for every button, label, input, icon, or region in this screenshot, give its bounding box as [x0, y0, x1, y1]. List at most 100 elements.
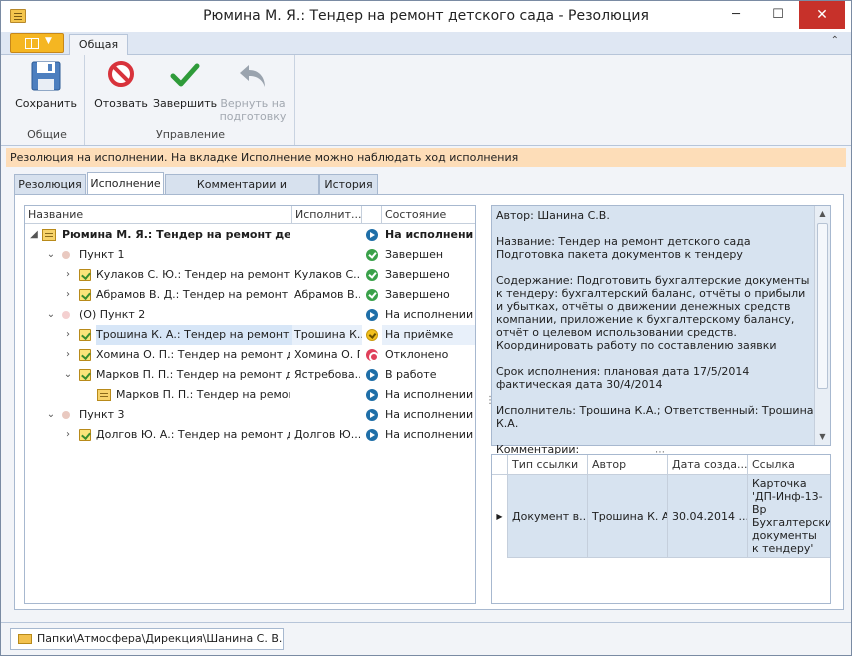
tree-row[interactable]: ⌄ Марков П. П.: Тендер на ремонт д... Яс…	[25, 365, 475, 385]
recall-label: Отозвать	[94, 97, 148, 110]
checkmark-icon	[168, 59, 202, 93]
collapse-icon[interactable]: ⌄	[46, 305, 56, 325]
row-name: Абрамов В. Д.: Тендер на ремонт д...	[96, 288, 290, 301]
scroll-thumb[interactable]	[817, 223, 828, 389]
expand-icon[interactable]: ›	[63, 345, 73, 365]
task-icon	[79, 349, 91, 361]
detail-author: Автор: Шанина С.В.	[496, 209, 610, 222]
tree-row-selected[interactable]: › Трошина К. А.: Тендер на ремонт ... Тр…	[25, 325, 475, 345]
in-progress-icon	[366, 409, 378, 421]
row-executor: Хомина О. П.	[294, 348, 360, 361]
tree-row[interactable]: › Абрамов В. Д.: Тендер на ремонт д... А…	[25, 285, 475, 305]
tree-row[interactable]: ⌄ Пункт 1 Завершен	[25, 245, 475, 265]
tab-resolution[interactable]: Резолюция	[14, 174, 86, 195]
tree-row[interactable]: ◢ Рюмина М. Я.: Тендер на ремонт дет... …	[25, 225, 475, 245]
column-executor[interactable]: Исполнит...	[292, 206, 362, 224]
save-icon	[29, 59, 63, 93]
links-row[interactable]: Документ в... Трошина К. А. 30.04.2014 .…	[508, 475, 830, 558]
column-state-icon[interactable]	[362, 206, 382, 224]
tab-comments[interactable]: Комментарии и дополнения	[165, 174, 319, 210]
tree-row[interactable]: › Долгов Ю. А.: Тендер на ремонт д... До…	[25, 425, 475, 445]
maximize-button[interactable]: ☐	[761, 1, 795, 29]
details-pane: Автор: Шанина С.В. Название: Тендер на р…	[491, 205, 831, 456]
ribbon-tab-strip: ▼ Общая ⌃	[1, 32, 851, 56]
row-name: Кулаков С. Ю.: Тендер на ремонт ...	[96, 268, 290, 281]
ribbon: Сохранить Общие Отозвать Завершить Верну…	[1, 55, 851, 146]
detail-content: Содержание: Подготовить бухгалтерские до…	[496, 274, 810, 352]
expand-icon[interactable]: ›	[63, 265, 73, 285]
row-executor: Ястребова...	[294, 368, 360, 381]
row-state: Завершен	[385, 248, 444, 261]
close-button[interactable]: ✕	[799, 1, 845, 29]
tree-header: Название Исполнит... Состояние	[25, 206, 475, 224]
row-state: В работе	[385, 368, 437, 381]
window: Рюмина М. Я.: Тендер на ремонт детского …	[0, 0, 852, 656]
row-state: Завершено	[385, 268, 450, 281]
collapse-icon[interactable]: ⌄	[46, 405, 56, 425]
row-state: Отклонено	[385, 348, 449, 361]
collapse-ribbon-icon[interactable]: ⌃	[831, 35, 839, 46]
in-progress-icon	[366, 229, 378, 241]
tab-strip: Резолюция Исполнение Комментарии и допол…	[14, 172, 844, 210]
tree-row[interactable]: Марков П. П.: Тендер на ремон... На испо…	[25, 385, 475, 405]
ribbon-tab-general[interactable]: Общая	[69, 34, 128, 56]
collapse-icon[interactable]: ⌄	[63, 365, 73, 385]
execution-panel: Название Исполнит... Состояние ◢ Рюмина …	[14, 194, 844, 610]
tree-row[interactable]: ⌄ Пункт 3 На исполнении	[25, 405, 475, 425]
link-author: Трошина К. А.	[588, 475, 668, 558]
in-progress-icon	[366, 309, 378, 321]
row-state: На исполнении	[385, 428, 473, 441]
chevron-down-icon: ▼	[45, 36, 52, 46]
expand-icon[interactable]: ›	[63, 325, 73, 345]
tree-row[interactable]: ⌄ (О) Пункт 2 На исполнении	[25, 305, 475, 325]
links-column-link[interactable]: Ссылка	[748, 455, 830, 475]
recall-icon	[104, 59, 138, 93]
item-point-icon	[62, 251, 70, 259]
links-column-date[interactable]: Дата созда...	[668, 455, 748, 475]
save-label: Сохранить	[15, 97, 77, 110]
item-point-icon	[62, 411, 70, 419]
row-name: Трошина К. А.: Тендер на ремонт ...	[96, 325, 292, 345]
complete-button[interactable]: Завершить	[153, 59, 217, 110]
subtask-icon	[97, 389, 111, 401]
row-state: На приёмке	[382, 325, 475, 345]
row-name: Марков П. П.: Тендер на ремонт д...	[96, 368, 290, 381]
return-to-preparation-button[interactable]: Вернуть на подготовку	[217, 59, 289, 123]
tree-row[interactable]: › Кулаков С. Ю.: Тендер на ремонт ... Ку…	[25, 265, 475, 285]
save-button[interactable]: Сохранить	[14, 59, 78, 110]
row-name: Долгов Ю. А.: Тендер на ремонт д...	[96, 428, 290, 441]
completed-icon	[366, 249, 378, 261]
group-label-general: Общие	[27, 128, 67, 141]
task-icon	[79, 329, 91, 341]
links-column-type[interactable]: Тип ссылки	[508, 455, 588, 475]
column-name[interactable]: Название	[25, 206, 292, 224]
details-text: Автор: Шанина С.В. Название: Тендер на р…	[496, 209, 814, 469]
folder-path[interactable]: Папки\Атмосфера\Дирекция\Шанина С. В.	[10, 628, 284, 650]
links-column-author[interactable]: Автор	[588, 455, 668, 475]
row-state: На исполнении	[385, 408, 473, 421]
column-state[interactable]: Состояние	[382, 206, 475, 224]
collapse-icon[interactable]: ◢	[29, 225, 39, 245]
link-target[interactable]: Карточка 'ДП-Инф-13-Вр Бухгалтерские док…	[748, 475, 830, 558]
tab-execution[interactable]: Исполнение	[87, 172, 164, 196]
collapse-icon[interactable]: ⌄	[46, 245, 56, 265]
row-executor: Трошина К...	[292, 325, 362, 345]
tree-row[interactable]: › Хомина О. П.: Тендер на ремонт дет... …	[25, 345, 475, 365]
tab-history[interactable]: История	[319, 174, 378, 195]
detail-name: Название: Тендер на ремонт детского сада…	[496, 235, 751, 261]
recall-button[interactable]: Отозвать	[89, 59, 153, 110]
row-state: На исполнении	[385, 388, 473, 401]
acceptance-icon	[366, 329, 378, 341]
scroll-down-icon[interactable]: ▼	[815, 430, 830, 444]
link-date: 30.04.2014 ...	[668, 475, 748, 558]
task-icon	[79, 429, 91, 441]
row-name: Хомина О. П.: Тендер на ремонт дет...	[96, 348, 290, 361]
complete-label: Завершить	[153, 97, 218, 110]
details-scrollbar[interactable]: ▲ ▼	[814, 206, 830, 445]
expand-icon[interactable]: ›	[63, 425, 73, 445]
scroll-up-icon[interactable]: ▲	[815, 207, 830, 221]
minimize-button[interactable]: ─	[719, 1, 753, 29]
expand-icon[interactable]: ›	[63, 285, 73, 305]
ribbon-group-general: Сохранить Общие	[10, 55, 85, 145]
app-menu-button[interactable]: ▼	[10, 33, 64, 53]
